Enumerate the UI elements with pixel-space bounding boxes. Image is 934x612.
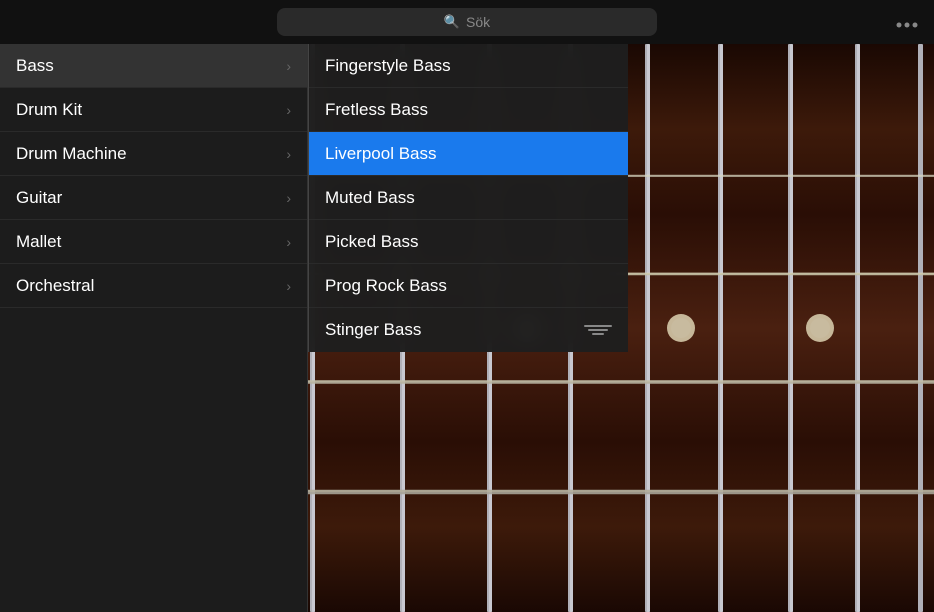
sidebar-item-orchestral[interactable]: Orchestral › [0,264,307,308]
sidebar-item-bass[interactable]: Bass › [0,44,307,88]
submenu-item-fingerstyle-bass[interactable]: Fingerstyle Bass [309,44,628,88]
sidebar-item-mallet[interactable]: Mallet › [0,220,307,264]
scroll-indicator [584,323,612,338]
submenu-item-fretless-bass[interactable]: Fretless Bass [309,88,628,132]
chevron-right-icon: › [286,190,291,206]
submenu: Fingerstyle Bass Fretless Bass Liverpool… [308,44,628,352]
chevron-right-icon: › [286,278,291,294]
submenu-item-picked-bass[interactable]: Picked Bass [309,220,628,264]
chevron-right-icon: › [286,146,291,162]
submenu-item-stinger-bass[interactable]: Stinger Bass [309,308,628,352]
chevron-right-icon: › [286,102,291,118]
submenu-item-muted-bass[interactable]: Muted Bass [309,176,628,220]
top-bar: 🔍 Sök [0,0,934,44]
sidebar-item-guitar[interactable]: Guitar › [0,176,307,220]
sidebar-item-drum-kit[interactable]: Drum Kit › [0,88,307,132]
search-icon: 🔍 [444,14,460,30]
search-box[interactable]: 🔍 Sök [277,8,657,36]
main-area: Bass › Drum Kit › Drum Machine › Guitar … [0,44,934,612]
sidebar-item-drum-machine[interactable]: Drum Machine › [0,132,307,176]
search-label: Sök [466,14,490,30]
submenu-item-liverpool-bass[interactable]: Liverpool Bass [309,132,628,176]
submenu-item-prog-rock-bass[interactable]: Prog Rock Bass [309,264,628,308]
chevron-right-icon: › [286,58,291,74]
menu-button[interactable] [896,12,918,33]
chevron-right-icon: › [286,234,291,250]
sidebar: Bass › Drum Kit › Drum Machine › Guitar … [0,44,308,612]
